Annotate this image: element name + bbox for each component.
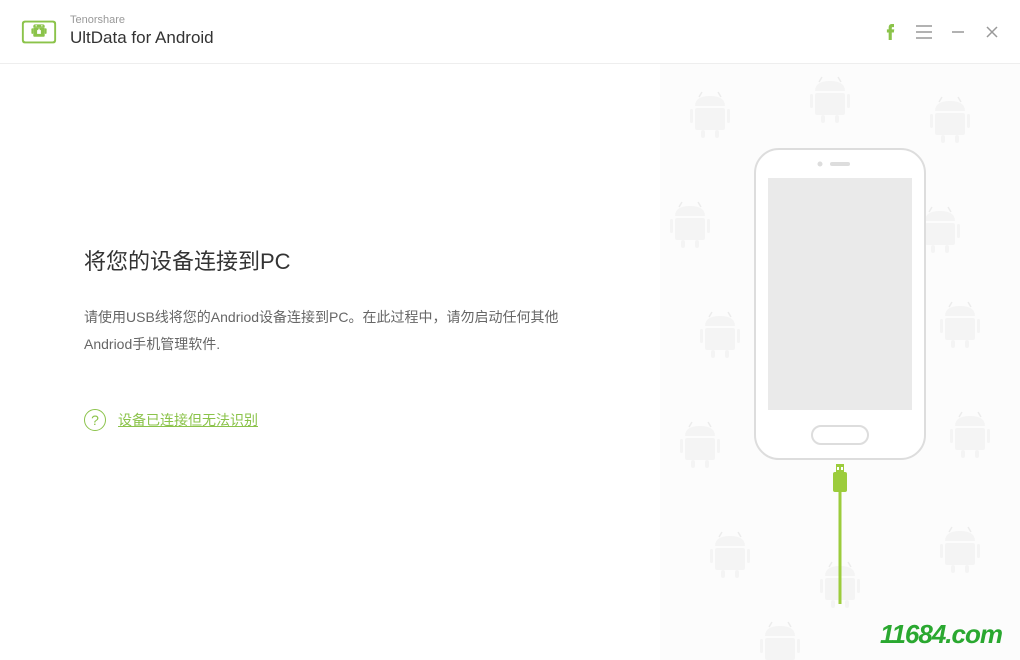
- phone-illustration: [750, 144, 930, 469]
- close-button[interactable]: [984, 24, 1000, 40]
- instruction-text: 请使用USB线将您的Andriod设备连接到PC。在此过程中，请勿启动任何其他A…: [84, 304, 584, 357]
- menu-icon[interactable]: [916, 24, 932, 40]
- illustration-panel: [660, 64, 1020, 660]
- app-icon: [20, 13, 58, 51]
- help-link[interactable]: 设备已连接但无法识别: [118, 410, 258, 430]
- question-icon: ?: [84, 409, 106, 431]
- facebook-icon[interactable]: [882, 24, 898, 40]
- minimize-button[interactable]: [950, 24, 966, 40]
- page-heading: 将您的设备连接到PC: [84, 244, 620, 276]
- usb-cable-icon: [830, 464, 850, 609]
- window-controls: [882, 24, 1000, 40]
- help-row: ? 设备已连接但无法识别: [84, 409, 620, 431]
- company-name: Tenorshare: [70, 14, 882, 27]
- main-content: 将您的设备连接到PC 请使用USB线将您的Andriod设备连接到PC。在此过程…: [0, 64, 1020, 660]
- watermark: 11684.com: [880, 619, 1002, 650]
- product-name: UltData for Android: [70, 27, 882, 49]
- app-title: Tenorshare UltData for Android: [70, 14, 882, 49]
- titlebar: Tenorshare UltData for Android: [0, 0, 1020, 64]
- instruction-panel: 将您的设备连接到PC 请使用USB线将您的Andriod设备连接到PC。在此过程…: [0, 64, 660, 660]
